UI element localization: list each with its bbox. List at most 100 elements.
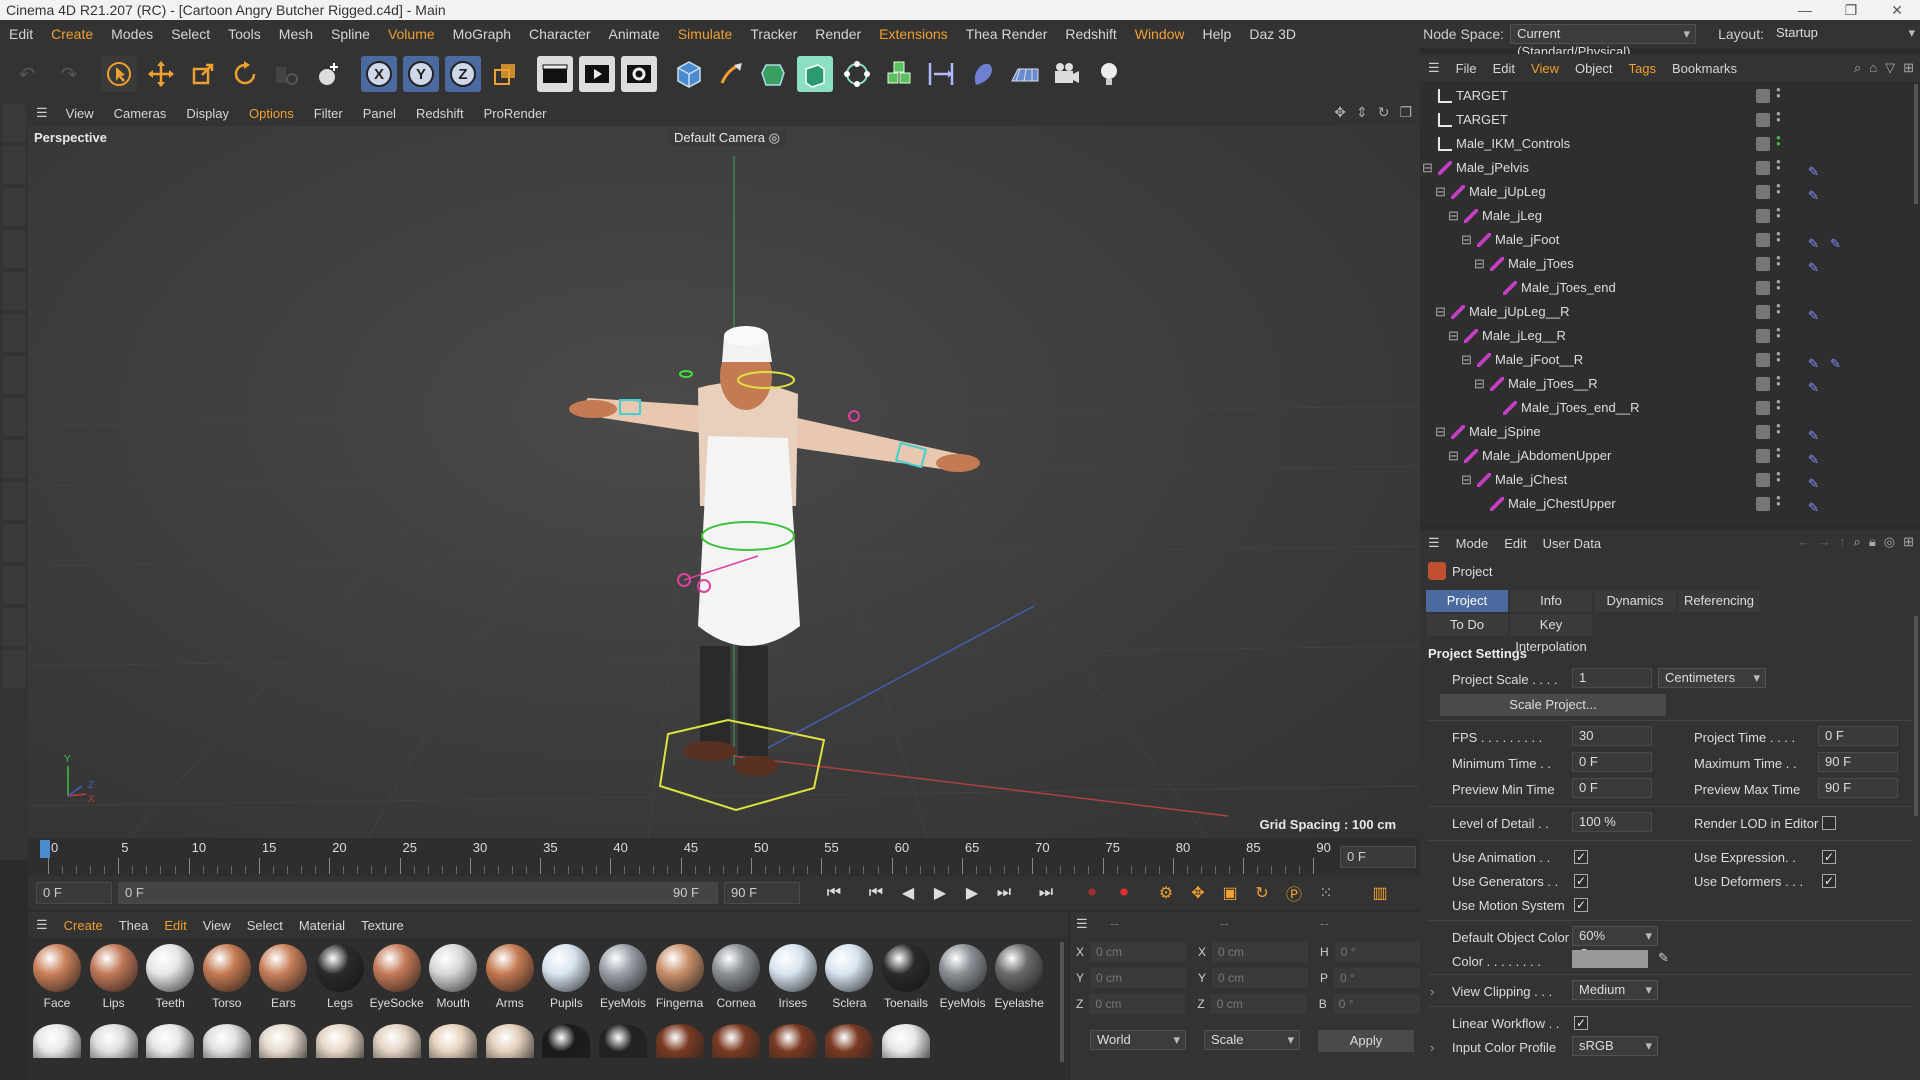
visibility-dots-icon[interactable]: ● ● xyxy=(1776,446,1781,465)
tab-referencing[interactable]: Referencing xyxy=(1678,590,1760,612)
visibility-dots-icon[interactable]: ● ● xyxy=(1776,350,1781,369)
menu-extensions[interactable]: Extensions xyxy=(870,26,956,42)
subdivision-surface-icon[interactable] xyxy=(755,56,791,92)
menu-create[interactable]: Create xyxy=(42,26,102,42)
transform-mode-dropdown[interactable]: Scale xyxy=(1204,1030,1300,1050)
next-key-icon[interactable]: ⏭ xyxy=(990,879,1018,907)
material-swatch[interactable] xyxy=(822,1024,876,1058)
preview-min-field[interactable]: 0 F xyxy=(1572,778,1652,798)
layer-flag-icon[interactable] xyxy=(1756,305,1770,319)
visibility-dots-icon[interactable]: ● ● xyxy=(1776,230,1781,249)
menu-modes[interactable]: Modes xyxy=(102,26,162,42)
cloner-icon[interactable] xyxy=(839,56,875,92)
material-swatch[interactable] xyxy=(30,1024,84,1058)
min-time-field[interactable]: 0 F xyxy=(1572,752,1652,772)
attribute-hamburger-icon[interactable]: ☰ xyxy=(1420,535,1448,551)
ik-tag-icon[interactable]: ✎ xyxy=(1808,184,1824,203)
viewport-hamburger-icon[interactable]: ☰ xyxy=(28,105,56,121)
coordinate-field[interactable]: 0 cm xyxy=(1090,968,1187,988)
material-swatch[interactable] xyxy=(766,1024,820,1058)
material-torso[interactable]: Torso xyxy=(200,942,254,1010)
ik-tag-icon[interactable]: ✎ xyxy=(1808,376,1824,395)
use-expression-checkbox[interactable]: ✓ xyxy=(1822,850,1836,864)
menu-daz-3d[interactable]: Daz 3D xyxy=(1240,26,1305,42)
model-mode-icon[interactable] xyxy=(2,146,26,184)
material-menu-edit[interactable]: Edit xyxy=(156,918,194,933)
deformer-icon[interactable] xyxy=(923,56,959,92)
play-icon[interactable]: ▶ xyxy=(926,879,954,907)
viewport-zoom-icon[interactable]: ⇕ xyxy=(1356,104,1368,121)
object-name[interactable]: Male_jFoot__R xyxy=(1495,348,1583,372)
object-row[interactable]: Male_jToes_end__R ● ● xyxy=(1420,396,1920,420)
object-name[interactable]: Male_jSpine xyxy=(1469,420,1541,444)
expand-toggle-icon[interactable]: ⊟ xyxy=(1435,300,1446,324)
material-eyelashe[interactable]: Eyelashe xyxy=(992,942,1046,1010)
viewport-menu-prorender[interactable]: ProRender xyxy=(474,106,557,121)
material-swatch[interactable] xyxy=(426,1024,480,1058)
visibility-dots-icon[interactable]: ● ● xyxy=(1776,110,1781,129)
input-profile-dropdown[interactable]: sRGB xyxy=(1572,1036,1658,1056)
object-name[interactable]: Male_jUpLeg__R xyxy=(1469,300,1569,324)
menu-mograph[interactable]: MoGraph xyxy=(444,26,520,42)
visibility-dots-icon[interactable]: ● ● xyxy=(1776,326,1781,345)
field-icon[interactable] xyxy=(965,56,1001,92)
ik-tag-icon[interactable]: ✎ xyxy=(1808,232,1824,251)
rotate-tool-icon[interactable] xyxy=(227,56,263,92)
material-scrollbar[interactable] xyxy=(1060,942,1064,1062)
viewport-move-icon[interactable]: ✥ xyxy=(1334,104,1346,121)
material-menu-view[interactable]: View xyxy=(195,918,239,933)
visibility-dots-icon[interactable]: ● ● xyxy=(1776,374,1781,393)
object-name[interactable]: TARGET xyxy=(1456,108,1508,132)
coordinate-field[interactable]: 0 cm xyxy=(1210,994,1307,1014)
object-row[interactable]: ⊟ Male_jAbdomenUpper ● ● ✎ xyxy=(1420,444,1920,468)
texture-mode-icon[interactable] xyxy=(2,188,26,226)
render-view-icon[interactable] xyxy=(537,56,573,92)
visibility-dots-icon[interactable]: ● ● xyxy=(1776,470,1781,489)
layer-flag-icon[interactable] xyxy=(1756,137,1770,151)
ik-tag-icon[interactable]: ✎ xyxy=(1808,424,1824,443)
node-space-dropdown[interactable]: Current (Standard/Physical) xyxy=(1510,24,1697,59)
layer-flag-icon[interactable] xyxy=(1756,329,1770,343)
workplane-icon[interactable] xyxy=(2,566,26,604)
layer-flag-icon[interactable] xyxy=(1756,353,1770,367)
attribute-menu-edit[interactable]: Edit xyxy=(1496,536,1534,551)
menu-select[interactable]: Select xyxy=(162,26,219,42)
ik-tag-icon[interactable]: ✎ xyxy=(1808,256,1824,275)
recent-tools-icon[interactable] xyxy=(269,56,305,92)
object-row[interactable]: Male_jChestUpper ● ● ✎ xyxy=(1420,492,1920,516)
go-to-start-icon[interactable]: ⏮ xyxy=(820,879,848,907)
visibility-dots-icon[interactable]: ● ● xyxy=(1776,182,1781,201)
menu-window[interactable]: Window xyxy=(1126,26,1194,42)
viewport-menu-view[interactable]: View xyxy=(56,106,104,121)
viewport-menu-display[interactable]: Display xyxy=(176,106,239,121)
object-row[interactable]: ⊟ Male_jToes ● ● ✎ xyxy=(1420,252,1920,276)
object-row[interactable]: ⊟ Male_jFoot ● ● ✎ ✎ xyxy=(1420,228,1920,252)
menu-tracker[interactable]: Tracker xyxy=(741,26,806,42)
material-menu-material[interactable]: Material xyxy=(291,918,353,933)
z-axis-lock-icon[interactable]: Z xyxy=(445,56,481,92)
material-ears[interactable]: Ears xyxy=(256,942,310,1010)
next-frame-icon[interactable]: ▶ xyxy=(958,879,986,907)
points-mode-icon[interactable] xyxy=(2,230,26,268)
ik-tag-icon[interactable]: ✎ xyxy=(1808,304,1824,323)
scale-project-button[interactable]: Scale Project... xyxy=(1440,694,1666,716)
3d-viewport[interactable]: Y Z X Perspective Default Camera ◎ Grid … xyxy=(28,126,1420,838)
previous-key-icon[interactable]: ⏮ xyxy=(862,879,890,907)
linear-workflow-checkbox[interactable]: ✓ xyxy=(1574,1016,1588,1030)
layer-flag-icon[interactable] xyxy=(1756,377,1770,391)
material-swatch[interactable] xyxy=(313,1024,367,1058)
menu-thea-render[interactable]: Thea Render xyxy=(957,26,1057,42)
object-row[interactable]: ⊟ Male_jPelvis ● ● ✎ xyxy=(1420,156,1920,180)
project-time-field[interactable]: 0 F xyxy=(1818,726,1898,746)
menu-redshift[interactable]: Redshift xyxy=(1056,26,1125,42)
visibility-dots-icon[interactable]: ● ● xyxy=(1776,302,1781,321)
material-mouth[interactable]: Mouth xyxy=(426,942,480,1010)
layer-flag-icon[interactable] xyxy=(1756,281,1770,295)
visibility-dots-icon[interactable]: ● ● xyxy=(1776,398,1781,417)
timeline-ruler[interactable]: 0 5 10 15 20 25 30 35 40 45 50 55 60 65 70 75 80 85 90 0 F xyxy=(28,838,1420,876)
object-menu-bookmarks[interactable]: Bookmarks xyxy=(1664,61,1745,76)
tweak-mode-icon[interactable] xyxy=(2,650,26,688)
material-irises[interactable]: Irises xyxy=(766,942,820,1010)
material-swatch[interactable] xyxy=(709,1024,763,1058)
use-motion-checkbox[interactable]: ✓ xyxy=(1574,898,1588,912)
